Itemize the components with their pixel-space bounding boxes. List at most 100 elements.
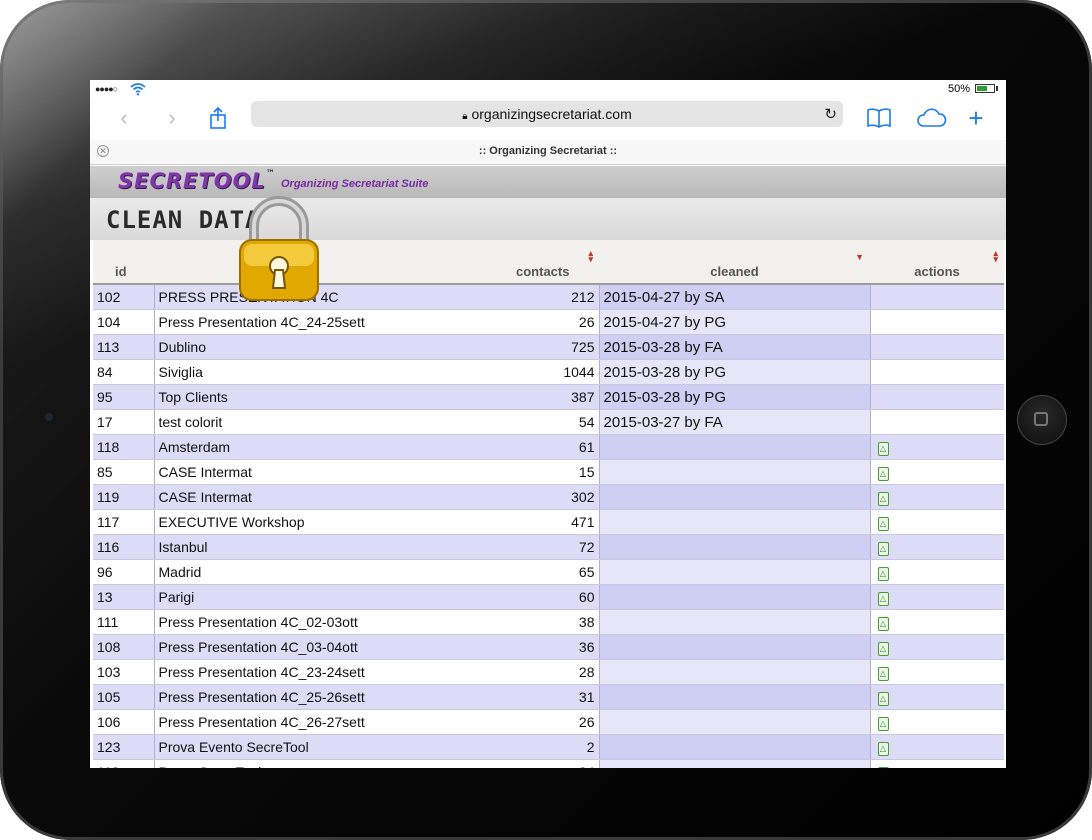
table-row[interactable]: 105 Press Presentation 4C_25-26sett 31 △ <box>93 684 1004 710</box>
table-row[interactable]: 119 CASE Intermat 302 △ <box>93 484 1004 510</box>
address-bar[interactable]: 🔒︎ organizingsecretariat.com ↻ <box>251 101 843 127</box>
row-id: 103 <box>93 659 155 685</box>
row-contacts: 725 <box>454 334 600 360</box>
reload-icon[interactable]: ↻ <box>824 105 837 123</box>
row-name: Prova Evento SecreTool <box>154 734 454 760</box>
row-id: 13 <box>93 584 155 610</box>
home-square-icon <box>1034 412 1048 426</box>
clean-action-icon[interactable]: △ <box>877 717 889 731</box>
row-cleaned <box>599 709 871 735</box>
row-contacts: 471 <box>454 509 600 535</box>
row-id: 84 <box>93 359 155 385</box>
battery-percent: 50% <box>948 83 971 95</box>
header-contacts[interactable]: contacts ▴ ▾ <box>454 240 599 285</box>
header-actions-label: actions <box>914 264 960 279</box>
table-row[interactable]: 118 Amsterdam 61 △ <box>93 434 1004 460</box>
clean-action-icon[interactable]: △ <box>877 767 889 768</box>
table-row[interactable]: 85 CASE Intermat 15 △ <box>93 459 1004 485</box>
header-cleaned[interactable]: cleaned ▼ <box>599 240 870 285</box>
cloud-icon[interactable] <box>914 104 948 132</box>
row-id: 104 <box>93 309 155 335</box>
row-contacts: 15 <box>454 459 600 485</box>
tab-title: :: Organizing Secretariat :: <box>478 145 618 157</box>
row-actions: △ <box>870 509 1004 535</box>
clean-action-icon[interactable]: △ <box>877 567 889 581</box>
row-contacts: 28 <box>454 659 600 685</box>
table-row[interactable]: 17 test colorit 54 2015-03-27 by FA <box>93 409 1004 435</box>
brand-bar: SECRETOOL™ Organizing Secretariat Suite <box>90 166 1006 198</box>
row-cleaned: 2015-03-28 by PG <box>599 359 871 385</box>
row-id: 102 <box>93 284 155 310</box>
row-contacts: 61 <box>454 434 600 460</box>
clean-action-icon[interactable]: △ <box>877 517 889 531</box>
sort-both-icon[interactable]: ▴ ▾ <box>588 249 593 264</box>
table-row[interactable]: 113 Dublino 725 2015-03-28 by FA <box>93 334 1004 360</box>
row-name: Siviglia <box>154 359 454 385</box>
sort-both-icon[interactable]: ▴ ▾ <box>993 249 998 264</box>
table-row[interactable]: 112Prova SecreTool34 △ <box>93 759 1004 768</box>
row-name: CASE Intermat <box>154 459 454 485</box>
row-id: 111 <box>93 609 155 635</box>
back-icon[interactable]: ‹ <box>110 104 138 132</box>
row-actions: △ <box>870 484 1004 510</box>
table-row[interactable]: 106 Press Presentation 4C_26-27sett 26 △ <box>93 709 1004 735</box>
row-name: Press Presentation 4C_23-24sett <box>154 659 454 685</box>
header-id[interactable]: id <box>93 240 154 285</box>
row-actions: △ <box>870 584 1004 610</box>
clean-action-icon[interactable]: △ <box>877 667 889 681</box>
row-id: 112 <box>93 759 155 768</box>
row-actions: △ <box>870 434 1004 460</box>
row-name: Top Clients <box>154 384 454 410</box>
table-row[interactable]: 103 Press Presentation 4C_23-24sett 28 △ <box>93 659 1004 685</box>
row-contacts: 34 <box>454 759 600 768</box>
row-contacts: 38 <box>454 609 600 635</box>
forward-icon[interactable]: › <box>158 104 186 132</box>
table-row[interactable]: 123 Prova Evento SecreTool 2 △ <box>93 734 1004 760</box>
clean-action-icon[interactable]: △ <box>877 492 889 506</box>
table-row[interactable]: 95 Top Clients 387 2015-03-28 by PG <box>93 384 1004 410</box>
row-id: 117 <box>93 509 155 535</box>
clean-action-icon[interactable]: △ <box>877 592 889 606</box>
clean-action-icon[interactable]: △ <box>877 692 889 706</box>
header-actions[interactable]: actions ▴ ▾ <box>870 240 1004 285</box>
row-actions: △ <box>870 684 1004 710</box>
sort-desc-icon[interactable]: ▼ <box>855 253 864 262</box>
clean-action-icon[interactable]: △ <box>877 742 889 756</box>
header-id-label: id <box>115 264 127 279</box>
table-row[interactable]: 117 EXECUTIVE Workshop 471 △ <box>93 509 1004 535</box>
share-icon[interactable] <box>204 104 232 132</box>
table-row[interactable]: 104 Press Presentation 4C_24-25sett 26 2015… <box>93 309 1004 335</box>
home-button[interactable] <box>1017 395 1067 445</box>
row-name: EXECUTIVE Workshop <box>154 509 454 535</box>
clean-action-icon[interactable]: △ <box>877 542 889 556</box>
table-body: 102PRESS PRESENTATION 4C2122015-04-27 by… <box>93 284 1004 768</box>
screen: ●●●●○ 50% ‹ › 🔒︎ organizingsecretariat.c… <box>90 80 1006 768</box>
row-id: 118 <box>93 434 155 460</box>
table-row[interactable]: 116 Istanbul 72 △ <box>93 534 1004 560</box>
url-value: organizingsecretariat.com <box>471 106 632 122</box>
row-id: 96 <box>93 559 155 585</box>
clean-action-icon[interactable]: △ <box>877 467 889 481</box>
bookmarks-icon[interactable] <box>865 104 893 132</box>
clean-action-icon[interactable]: △ <box>877 617 889 631</box>
row-contacts: 2 <box>454 734 600 760</box>
row-name: Prova SecreTool <box>154 759 454 768</box>
row-actions: △ <box>870 659 1004 685</box>
table-row[interactable]: 84 Siviglia 1044 2015-03-28 by PG <box>93 359 1004 385</box>
clean-action-icon[interactable]: △ <box>877 442 889 456</box>
logo: SECRETOOL™ <box>118 169 276 193</box>
row-id: 108 <box>93 634 155 660</box>
table-row[interactable]: 102PRESS PRESENTATION 4C2122015-04-27 by… <box>93 284 1004 310</box>
new-tab-icon[interactable]: + <box>962 103 990 133</box>
row-cleaned: 2015-03-28 by PG <box>599 384 871 410</box>
row-name: Press Presentation 4C_02-03ott <box>154 609 454 635</box>
row-actions <box>870 334 1004 360</box>
row-actions: △ <box>870 534 1004 560</box>
table-row[interactable]: 111 Press Presentation 4C_02-03ott 38 △ <box>93 609 1004 635</box>
row-name: Press Presentation 4C_03-04ott <box>154 634 454 660</box>
table-row[interactable]: 108 Press Presentation 4C_03-04ott 36 △ <box>93 634 1004 660</box>
table-row[interactable]: 13 Parigi 60 △ <box>93 584 1004 610</box>
row-cleaned <box>599 659 871 685</box>
clean-action-icon[interactable]: △ <box>877 642 889 656</box>
table-row[interactable]: 96 Madrid 65 △ <box>93 559 1004 585</box>
